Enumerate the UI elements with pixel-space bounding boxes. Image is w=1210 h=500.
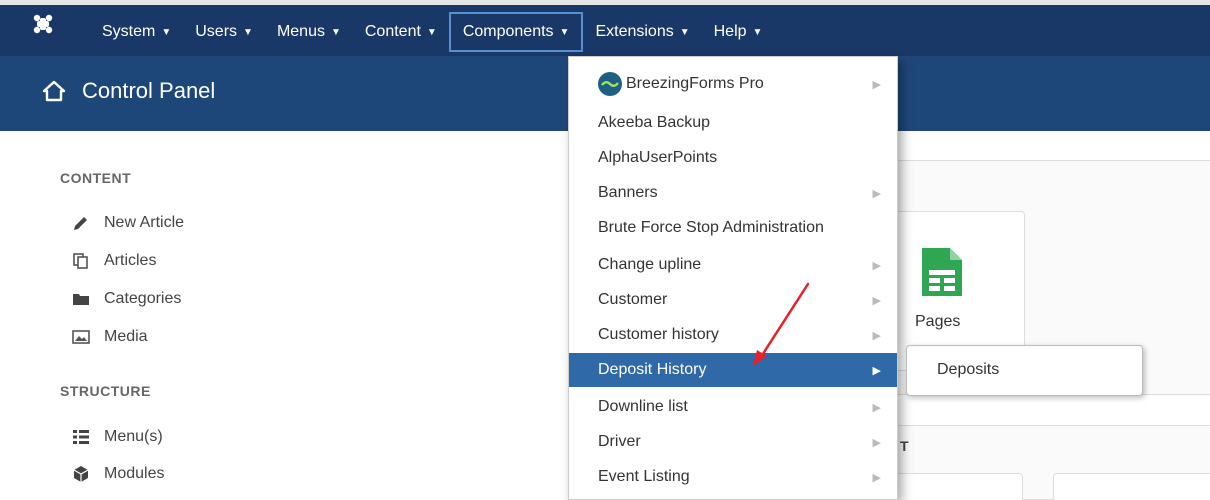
pages-label: Pages xyxy=(915,313,961,330)
menu-item-akeeba[interactable]: Akeeba Backup xyxy=(569,106,897,140)
bottom-card[interactable] xyxy=(1053,473,1210,500)
copy-icon xyxy=(72,252,90,270)
caret-down-icon: ▼ xyxy=(330,26,341,38)
nav-menus[interactable]: Menus ▼ xyxy=(265,12,353,52)
caret-down-icon: ▼ xyxy=(679,26,690,38)
nav-components[interactable]: Components ▼ xyxy=(448,12,584,52)
chevron-right-icon: ▶ xyxy=(872,401,881,414)
menu-item-customer[interactable]: Customer ▶ xyxy=(569,283,897,317)
bottom-card[interactable] xyxy=(880,473,1023,500)
chevron-right-icon: ▶ xyxy=(872,471,881,484)
joomla-icon[interactable] xyxy=(32,13,54,35)
cube-icon xyxy=(72,465,90,483)
menu-item-banners[interactable]: Banners ▶ xyxy=(569,176,897,210)
caret-down-icon: ▼ xyxy=(426,26,437,38)
chevron-right-icon: ▶ xyxy=(872,259,881,272)
list-icon xyxy=(72,428,90,446)
sidebar-item-articles[interactable]: Articles xyxy=(72,252,156,270)
caret-down-icon: ▼ xyxy=(752,26,763,38)
menu-item-driver[interactable]: Driver ▶ xyxy=(569,425,897,459)
submenu-item-deposits[interactable]: Deposits xyxy=(937,361,999,379)
menu-item-event-listing[interactable]: Event Listing ▶ xyxy=(569,460,897,494)
main-nav: System ▼ Users ▼ Menus ▼ Content ▼ Component… xyxy=(90,12,774,52)
menu-item-change-upline[interactable]: Change upline ▶ xyxy=(569,248,897,282)
nav-extensions[interactable]: Extensions ▼ xyxy=(583,12,701,52)
caret-down-icon: ▼ xyxy=(243,26,253,38)
components-dropdown: BreezingForms Pro ▶ Akeeba Backup AlphaUs… xyxy=(568,56,898,500)
caret-down-icon: ▼ xyxy=(559,26,570,38)
menu-item-breezingforms[interactable]: BreezingForms Pro ▶ xyxy=(569,67,897,101)
sidebar-item-menus[interactable]: Menu(s) xyxy=(72,428,163,446)
sidebar-item-modules[interactable]: Modules xyxy=(72,465,164,483)
top-navbar: System ▼ Users ▼ Menus ▼ Content ▼ Component… xyxy=(0,0,1210,56)
caret-down-icon: ▼ xyxy=(161,26,172,38)
chevron-right-icon: ▶ xyxy=(872,187,881,200)
chevron-right-icon: ▶ xyxy=(872,364,881,377)
content-section-title: CONTENT xyxy=(60,170,132,186)
menu-item-alphauserpoints[interactable]: AlphaUserPoints xyxy=(569,141,897,175)
home-icon xyxy=(42,80,66,102)
chevron-right-icon: ▶ xyxy=(872,294,881,307)
sidebar-item-categories[interactable]: Categories xyxy=(72,290,181,308)
menu-item-customer-history[interactable]: Customer history ▶ xyxy=(569,318,897,352)
spreadsheet-icon xyxy=(922,248,962,296)
sidebar-item-media[interactable]: Media xyxy=(72,328,148,346)
nav-content[interactable]: Content ▼ xyxy=(353,12,449,52)
nav-help[interactable]: Help ▼ xyxy=(702,12,775,52)
menu-item-deposit-history[interactable]: Deposit History ▶ xyxy=(569,353,897,387)
panel-heading-fragment: T xyxy=(900,438,909,454)
page-title: Control Panel xyxy=(82,78,216,103)
folder-icon xyxy=(72,290,90,308)
chevron-right-icon: ▶ xyxy=(872,436,881,449)
image-icon xyxy=(72,328,90,346)
sidebar-item-new-article[interactable]: New Article xyxy=(72,214,184,232)
nav-users[interactable]: Users ▼ xyxy=(183,12,265,52)
nav-system[interactable]: System ▼ xyxy=(90,12,183,52)
chevron-right-icon: ▶ xyxy=(872,78,881,91)
menu-item-brute-force[interactable]: Brute Force Stop Administration xyxy=(569,211,897,245)
breezingforms-logo-icon xyxy=(598,72,622,96)
deposit-history-submenu: Deposits xyxy=(906,345,1143,396)
menu-item-downline-list[interactable]: Downline list ▶ xyxy=(569,390,897,424)
structure-section-title: STRUCTURE xyxy=(60,383,151,399)
pencil-icon xyxy=(72,214,90,232)
chevron-right-icon: ▶ xyxy=(872,329,881,342)
